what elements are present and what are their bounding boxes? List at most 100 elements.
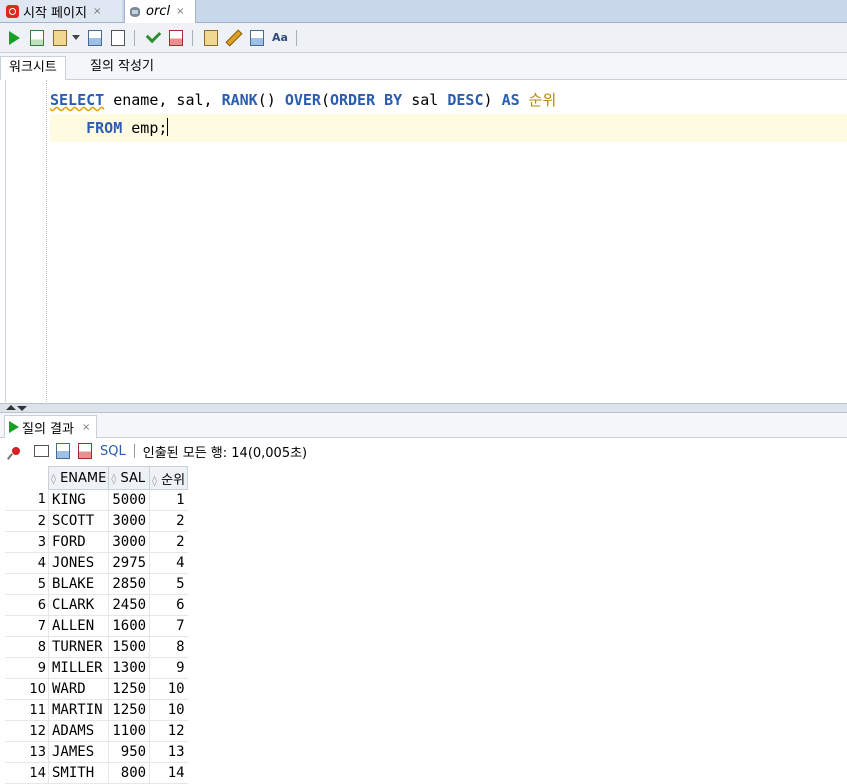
sql-tuning-button[interactable] (202, 29, 220, 47)
code-area[interactable]: SELECT ename, sal, RANK() OVER(ORDER BY … (50, 86, 847, 142)
cell-ename[interactable]: CLARK (47, 594, 109, 616)
column-header-ename[interactable]: ◊ ENAME (47, 466, 110, 490)
print-button[interactable] (32, 442, 50, 460)
play-icon (9, 421, 19, 433)
run-statement-button[interactable] (5, 29, 23, 47)
tab-query-builder[interactable]: 질의 작성기 (82, 56, 162, 78)
pane-splitter[interactable] (0, 403, 847, 413)
commit-button[interactable] (51, 29, 69, 47)
cell-rank[interactable]: 8 (149, 636, 188, 658)
table-row[interactable]: 14 SMITH 800 14 (5, 762, 188, 784)
table-row[interactable]: 5 BLAKE 2850 5 (5, 573, 188, 595)
cell-sal[interactable]: 2450 (108, 594, 150, 616)
tab-start-page[interactable]: 시작 페이지 × (0, 0, 122, 22)
toolbar-separator (133, 444, 135, 458)
table-row[interactable]: 6 CLARK 2450 6 (5, 594, 188, 616)
cell-ename[interactable]: ADAMS (47, 720, 109, 742)
cell-ename[interactable]: FORD (47, 531, 109, 553)
cell-ename[interactable]: SMITH (47, 762, 109, 784)
expand-down-icon[interactable] (17, 406, 27, 411)
table-row[interactable]: 10 WARD 1250 10 (5, 678, 188, 700)
cell-rank[interactable]: 5 (149, 573, 188, 595)
close-icon[interactable]: × (176, 6, 184, 17)
cell-rank[interactable]: 9 (149, 657, 188, 679)
result-grid[interactable]: ◊ ENAME ◊ SAL ◊ 순위 1 KING 5000 1 2 SCOTT 3000 2… (5, 466, 189, 784)
cell-ename[interactable]: KING (47, 489, 109, 511)
cell-sal[interactable]: 5000 (108, 489, 150, 511)
table-row[interactable]: 9 MILLER 1300 9 (5, 657, 188, 679)
cell-ename[interactable]: WARD (47, 678, 109, 700)
table-row[interactable]: 2 SCOTT 3000 2 (5, 510, 188, 532)
table-row[interactable]: 8 TURNER 1500 8 (5, 636, 188, 658)
format-button[interactable]: Aa (271, 29, 289, 47)
tab-worksheet[interactable]: 워크시트 (0, 56, 66, 80)
cell-rank[interactable]: 6 (149, 594, 188, 616)
cell-sal[interactable]: 1250 (108, 699, 150, 721)
column-header-sal[interactable]: ◊ SAL (108, 466, 151, 490)
cell-rank[interactable]: 12 (149, 720, 188, 742)
column-header-rank[interactable]: ◊ 순위 (149, 466, 189, 490)
table-row[interactable]: 4 JONES 2975 4 (5, 552, 188, 574)
run-script-button[interactable] (28, 29, 46, 47)
cancel-icon (78, 443, 92, 459)
cell-rank[interactable]: 2 (149, 531, 188, 553)
close-icon[interactable]: × (82, 422, 90, 433)
tab-query-result[interactable]: 질의 결과 × (4, 415, 98, 438)
cell-sal[interactable]: 2975 (108, 552, 150, 574)
cell-sal[interactable]: 1600 (108, 615, 150, 637)
clear-button[interactable] (225, 29, 243, 47)
cell-rank[interactable]: 2 (149, 510, 188, 532)
cell-ename[interactable]: JAMES (47, 741, 109, 763)
cancel-button[interactable] (76, 442, 94, 460)
cell-sal[interactable]: 2850 (108, 573, 150, 595)
cell-rank[interactable]: 4 (149, 552, 188, 574)
format-icon: Aa (272, 31, 288, 44)
close-icon[interactable]: × (93, 6, 101, 17)
table-row[interactable]: 13 JAMES 950 13 (5, 741, 188, 763)
code-line: SELECT ename, sal, RANK() OVER(ORDER BY … (50, 86, 847, 114)
cell-ename[interactable]: JONES (47, 552, 109, 574)
table-row[interactable]: 1 KING 5000 1 (5, 489, 188, 511)
cell-rank[interactable]: 7 (149, 615, 188, 637)
cell-ename[interactable]: TURNER (47, 636, 109, 658)
history-button[interactable] (248, 29, 266, 47)
cell-sal[interactable]: 950 (108, 741, 150, 763)
text-caret (167, 118, 169, 136)
cell-ename[interactable]: ALLEN (47, 615, 109, 637)
cell-sal[interactable]: 1250 (108, 678, 150, 700)
cell-rank[interactable]: 10 (149, 699, 188, 721)
cell-sal[interactable]: 800 (108, 762, 150, 784)
history-icon (250, 29, 264, 46)
table-row[interactable]: 12 ADAMS 1100 12 (5, 720, 188, 742)
cell-sal[interactable]: 1500 (108, 636, 150, 658)
cell-rank[interactable]: 14 (149, 762, 188, 784)
explain-plan-button[interactable] (86, 29, 104, 47)
cell-rank[interactable]: 13 (149, 741, 188, 763)
cell-sal[interactable]: 1100 (108, 720, 150, 742)
cell-ename[interactable]: MARTIN (47, 699, 109, 721)
refresh-button[interactable] (54, 442, 72, 460)
tab-orcl[interactable]: orcl × (124, 0, 196, 23)
dropdown-button[interactable] (71, 29, 81, 47)
pin-icon[interactable] (12, 447, 20, 455)
check-button[interactable] (144, 27, 162, 47)
table-row[interactable]: 7 ALLEN 1600 7 (5, 615, 188, 637)
autotrace-button[interactable] (109, 29, 127, 47)
cell-ename[interactable]: SCOTT (47, 510, 109, 532)
sql-editor[interactable]: SELECT ename, sal, RANK() OVER(ORDER BY … (5, 80, 847, 402)
rollback-button[interactable] (167, 29, 185, 47)
table-row[interactable]: 3 FORD 3000 2 (5, 531, 188, 553)
cell-rank[interactable]: 1 (149, 489, 188, 511)
explain-plan-icon (88, 29, 102, 46)
table-row[interactable]: 11 MARTIN 1250 10 (5, 699, 188, 721)
cell-ename[interactable]: BLAKE (47, 573, 109, 595)
cell-sal[interactable]: 1300 (108, 657, 150, 679)
expand-up-icon[interactable] (6, 405, 16, 410)
sort-icon: ◊ (111, 473, 117, 485)
cell-ename[interactable]: MILLER (47, 657, 109, 679)
sql-link[interactable]: SQL (100, 444, 126, 459)
cell-rank[interactable]: 10 (149, 678, 188, 700)
cell-sal[interactable]: 3000 (108, 510, 150, 532)
sort-icon: ◊ (152, 475, 158, 487)
cell-sal[interactable]: 3000 (108, 531, 150, 553)
